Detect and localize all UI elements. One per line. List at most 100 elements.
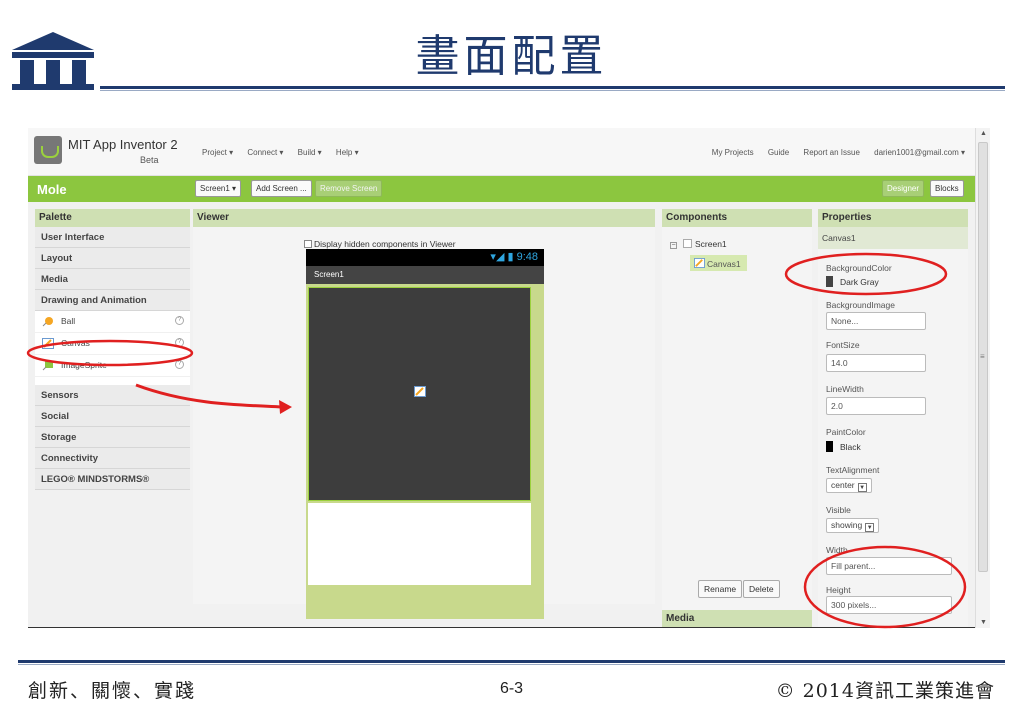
signal-battery-icon: ▾◢ ▮ (490, 251, 517, 263)
background-color-swatch[interactable] (826, 276, 833, 287)
background-image-label: BackgroundImage (826, 300, 895, 310)
palette-item-label: Ball (61, 316, 76, 326)
line-width-label: LineWidth (826, 384, 864, 394)
title-rule-thin (100, 90, 1005, 91)
dropdown-arrow-icon[interactable]: ▼ (865, 523, 875, 532)
palette-category-user-interface[interactable]: User Interface (35, 227, 190, 248)
menu-help[interactable]: Help ▾ (336, 148, 359, 157)
phone-clock: 9:48 (516, 251, 538, 263)
properties-panel: Properties Canvas1 BackgroundColor Dark … (818, 209, 968, 627)
font-size-label: FontSize (826, 340, 860, 350)
menu-project[interactable]: Project ▾ (202, 148, 233, 157)
paint-color-value[interactable]: Black (840, 442, 861, 452)
background-color-value[interactable]: Dark Gray (840, 277, 879, 287)
width-field[interactable]: Fill parent... (826, 557, 952, 575)
palette-category-social[interactable]: Social (35, 406, 190, 427)
help-icon[interactable]: ? (175, 360, 184, 369)
text-alignment-value: center (831, 480, 855, 490)
remove-screen-button[interactable]: Remove Screen (315, 180, 383, 197)
selected-component-name: Canvas1 (818, 227, 968, 249)
app-name: MIT App Inventor 2 (68, 137, 178, 152)
palette-category-media[interactable]: Media (35, 269, 190, 290)
project-name: Mole (37, 182, 67, 197)
slide-title: 畫面配置 (415, 31, 608, 82)
palette-item-label: Canvas (61, 338, 90, 348)
text-alignment-select[interactable]: center ▼ (826, 478, 872, 493)
right-menu: My Projects Guide Report an Issue darien… (700, 148, 965, 157)
menu-build[interactable]: Build ▾ (298, 148, 322, 157)
font-size-field[interactable]: 14.0 (826, 354, 926, 372)
properties-title: Properties (818, 209, 968, 227)
viewer-panel: Viewer Display hidden components in View… (193, 209, 655, 619)
palette-item-ball[interactable]: Ball ? (35, 311, 190, 333)
components-title: Components (662, 209, 812, 227)
components-panel: Components − Screen1 Canvas1 Rename Delet… (662, 209, 812, 627)
dropdown-arrow-icon[interactable]: ▼ (857, 483, 867, 492)
height-label: Height (826, 585, 851, 595)
viewer-title: Viewer (193, 209, 655, 227)
component-tree-canvas1[interactable]: Canvas1 (690, 255, 747, 271)
designer-button[interactable]: Designer (882, 180, 925, 197)
phone-scrollbar (531, 284, 542, 585)
ball-icon (42, 317, 53, 327)
canvas-icon (414, 386, 426, 397)
account-menu[interactable]: darien1001@gmail.com ▾ (874, 148, 965, 157)
add-screen-button[interactable]: Add Screen ... (251, 180, 312, 197)
imagesprite-icon (42, 361, 53, 371)
scroll-up-arrow-icon[interactable]: ▲ (980, 130, 987, 137)
blocks-button[interactable]: Blocks (930, 180, 964, 197)
scroll-grip-icon: ≡ (980, 352, 985, 361)
component-tree-root[interactable]: − Screen1 (670, 239, 727, 249)
background-color-label: BackgroundColor (826, 263, 892, 273)
collapse-icon[interactable]: − (670, 242, 677, 249)
footer-rule-thin (18, 664, 1005, 665)
paint-color-label: PaintColor (826, 427, 866, 437)
footer-copyright: © 2014資訊工業策進會 (775, 680, 995, 702)
palette-spacer (35, 377, 190, 385)
project-toolbar: Mole Screen1 ▾ Add Screen ... Remove Scr… (28, 176, 975, 202)
checkbox-icon[interactable] (304, 240, 312, 248)
app-beta-label: Beta (140, 155, 159, 165)
screen-empty-area (308, 503, 531, 585)
height-field[interactable]: 300 pixels... (826, 596, 952, 614)
delete-button[interactable]: Delete (743, 580, 780, 598)
visible-value: showing (831, 520, 863, 530)
page-scrollbar[interactable]: ▲ ≡ ▼ (975, 128, 990, 628)
width-label: Width (826, 545, 848, 555)
guide-link[interactable]: Guide (768, 148, 789, 157)
palette-category-drawing-animation[interactable]: Drawing and Animation (35, 290, 190, 311)
hidden-components-toggle[interactable]: Display hidden components in Viewer (304, 239, 456, 249)
palette-item-imagesprite[interactable]: ImageSprite ? (35, 355, 190, 377)
app-inventor-logo-icon[interactable] (34, 136, 62, 164)
rename-button[interactable]: Rename (698, 580, 743, 598)
palette-category-lego[interactable]: LEGO® MINDSTORMS® (35, 469, 190, 490)
help-icon[interactable]: ? (175, 338, 184, 347)
palette-category-storage[interactable]: Storage (35, 427, 190, 448)
canvas-component[interactable] (308, 287, 531, 501)
visible-select[interactable]: showing ▼ (826, 518, 880, 533)
tree-child-label: Canvas1 (707, 259, 741, 269)
palette-title: Palette (35, 209, 190, 227)
line-width-field[interactable]: 2.0 (826, 397, 926, 415)
report-issue-link[interactable]: Report an Issue (803, 148, 859, 157)
palette-category-sensors[interactable]: Sensors (35, 385, 190, 406)
help-icon[interactable]: ? (175, 316, 184, 325)
palette-item-canvas[interactable]: Canvas ? (35, 333, 190, 355)
palette-panel: Palette User Interface Layout Media Draw… (35, 209, 190, 490)
screen-select[interactable]: Screen1 ▾ (195, 180, 242, 197)
text-alignment-label: TextAlignment (826, 465, 880, 475)
title-rule (100, 86, 1005, 89)
paint-color-swatch[interactable] (826, 441, 833, 452)
my-projects-link[interactable]: My Projects (712, 148, 754, 157)
palette-category-connectivity[interactable]: Connectivity (35, 448, 190, 469)
hidden-components-label: Display hidden components in Viewer (314, 239, 456, 249)
tree-root-label: Screen1 (695, 239, 727, 249)
top-bar: MIT App Inventor 2 Beta Project ▾ Connec… (28, 128, 975, 176)
palette-category-layout[interactable]: Layout (35, 248, 190, 269)
screen-title-bar: Screen1 (306, 266, 544, 284)
menu-connect[interactable]: Connect ▾ (247, 148, 283, 157)
scroll-down-arrow-icon[interactable]: ▼ (980, 619, 987, 626)
background-image-field[interactable]: None... (826, 312, 926, 330)
visible-label: Visible (826, 505, 851, 515)
phone-preview: ▾◢ ▮ 9:48 Screen1 (306, 249, 544, 619)
